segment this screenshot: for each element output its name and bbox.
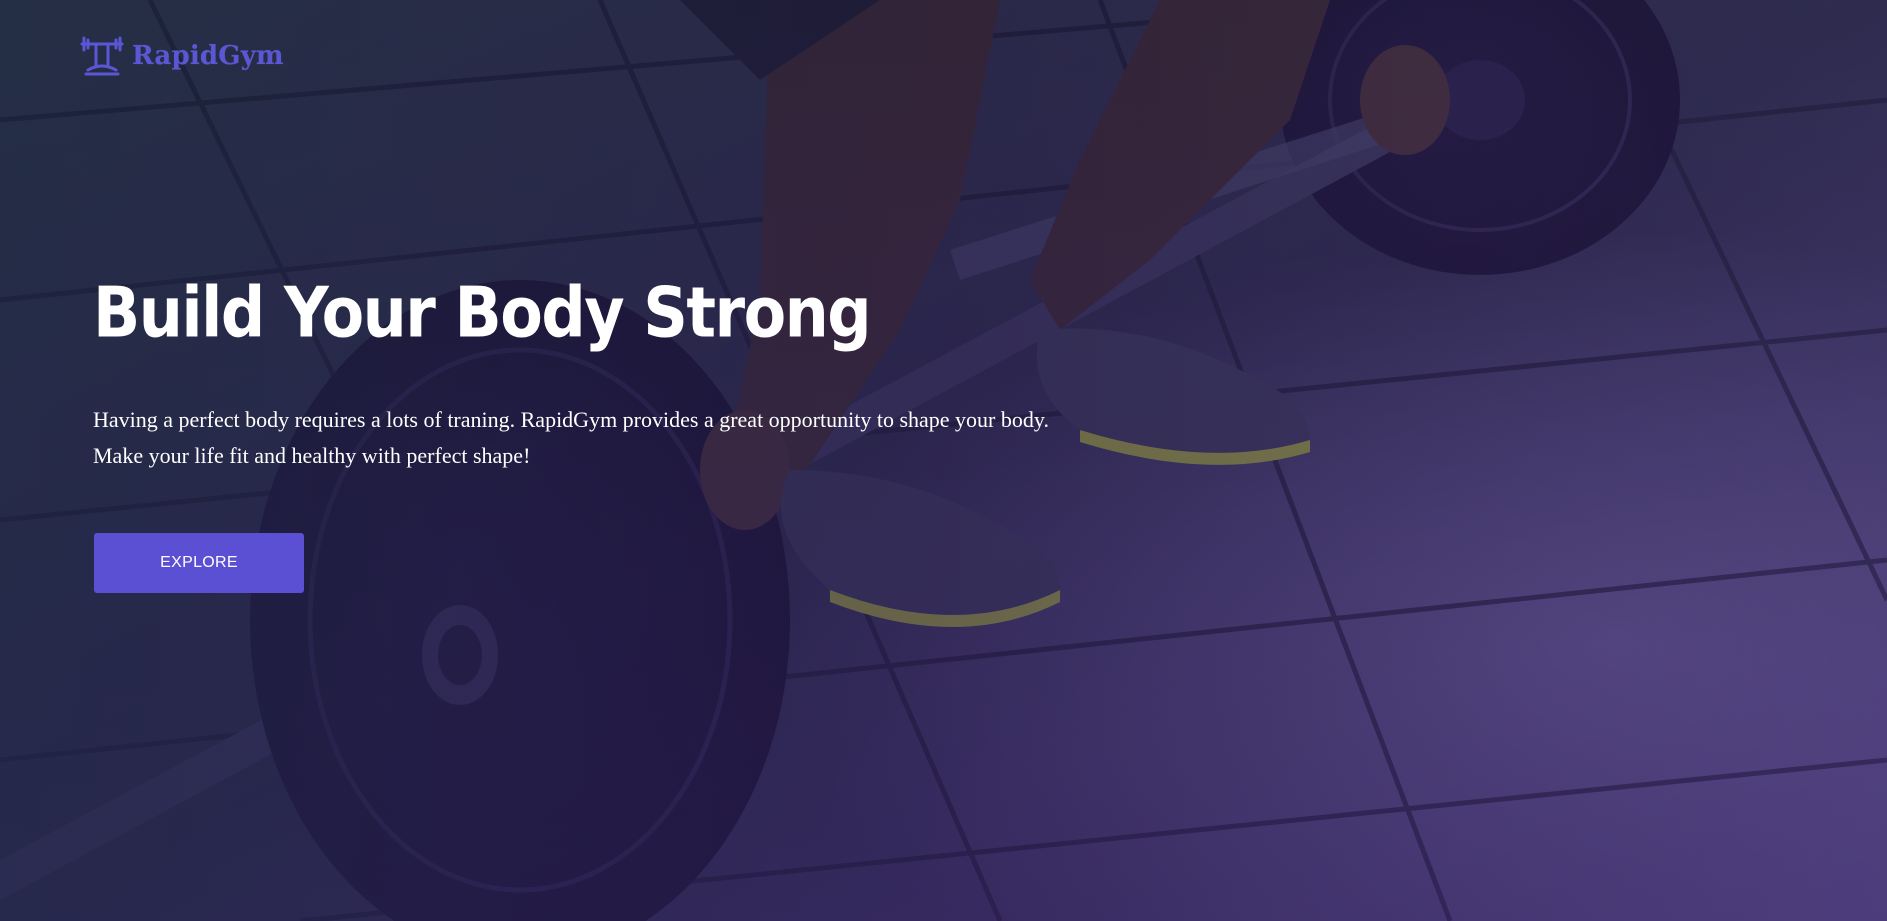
brand-logo[interactable]: RapidGym bbox=[78, 34, 284, 78]
hero-section: RapidGym Build Your Body Strong Having a… bbox=[0, 0, 1887, 921]
dumbbell-rack-icon bbox=[80, 36, 124, 76]
hero-description: Having a perfect body requires a lots of… bbox=[93, 407, 1049, 468]
hero-title: Build Your Body Strong bbox=[93, 271, 872, 354]
brand-name: RapidGym bbox=[132, 41, 284, 71]
explore-button[interactable]: EXPLORE bbox=[94, 533, 304, 593]
